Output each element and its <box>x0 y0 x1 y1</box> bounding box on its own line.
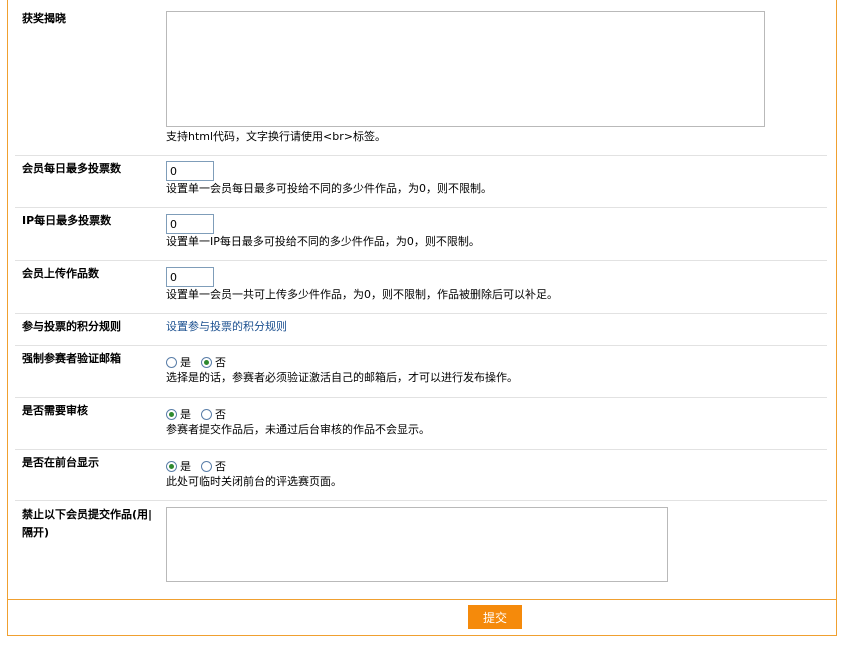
show-frontend-hint: 此处可临时关闭前台的评选赛页面。 <box>166 475 342 488</box>
show-frontend-yes-label: 是 <box>180 460 191 473</box>
need-review-yes-option[interactable]: 是 <box>166 406 191 422</box>
need-review-no-option[interactable]: 否 <box>201 406 226 422</box>
row-banned-members: 禁止以下会员提交作品(用|隔开) <box>15 501 827 599</box>
daily-votes-member-hint: 设置单一会员每日最多可投给不同的多少件作品，为0，则不限制。 <box>166 182 492 195</box>
row-force-email-verify: 强制参赛者验证邮箱 是 否 选择是的话，参赛者必须验证激活自己的邮箱后，才可以进… <box>15 346 827 398</box>
award-notice-hint: 支持html代码，文字换行请使用<br>标签。 <box>166 130 386 143</box>
settings-panel: 获奖揭晓 支持html代码，文字换行请使用<br>标签。 会员每日最多投票数 设… <box>7 0 837 636</box>
need-review-label: 是否需要审核 <box>22 404 88 417</box>
banned-members-label: 禁止以下会员提交作品(用|隔开) <box>22 508 153 539</box>
daily-votes-member-input[interactable] <box>166 161 214 181</box>
member-upload-count-label: 会员上传作品数 <box>22 267 99 280</box>
daily-votes-ip-input[interactable] <box>166 214 214 234</box>
show-frontend-yes-radio[interactable] <box>166 460 177 472</box>
force-email-verify-no-option[interactable]: 否 <box>201 354 226 370</box>
row-daily-votes-member: 会员每日最多投票数 设置单一会员每日最多可投给不同的多少件作品，为0，则不限制。 <box>15 156 827 208</box>
row-daily-votes-ip: IP每日最多投票数 设置单一IP每日最多可投给不同的多少件作品，为0，则不限制。 <box>15 208 827 261</box>
award-notice-textarea[interactable] <box>166 11 765 127</box>
row-show-frontend: 是否在前台显示 是 否 此处可临时关闭前台的评选赛页面。 <box>15 450 827 501</box>
force-email-verify-no-label: 否 <box>215 356 226 369</box>
row-need-review: 是否需要审核 是 否 参赛者提交作品后，未通过后台审核的作品不会显示。 <box>15 398 827 450</box>
row-member-upload-count: 会员上传作品数 设置单一会员一共可上传多少件作品，为0，则不限制，作品被删除后可… <box>15 261 827 314</box>
show-frontend-no-radio[interactable] <box>201 460 212 472</box>
show-frontend-yes-option[interactable]: 是 <box>166 458 191 474</box>
row-vote-points-rule: 参与投票的积分规则 设置参与投票的积分规则 <box>15 314 827 346</box>
banned-members-textarea[interactable] <box>166 507 668 582</box>
daily-votes-ip-label: IP每日最多投票数 <box>22 214 112 227</box>
member-upload-count-input[interactable] <box>166 267 214 287</box>
force-email-verify-yes-option[interactable]: 是 <box>166 354 191 370</box>
row-award-notice: 获奖揭晓 支持html代码，文字换行请使用<br>标签。 <box>15 5 827 156</box>
force-email-verify-hint: 选择是的话，参赛者必须验证激活自己的邮箱后，才可以进行发布操作。 <box>166 371 518 384</box>
vote-points-rule-label: 参与投票的积分规则 <box>22 320 121 333</box>
daily-votes-ip-hint: 设置单一IP每日最多可投给不同的多少件作品，为0，则不限制。 <box>166 235 480 248</box>
vote-points-rule-link[interactable]: 设置参与投票的积分规则 <box>166 320 287 333</box>
show-frontend-no-label: 否 <box>215 460 226 473</box>
force-email-verify-label: 强制参赛者验证邮箱 <box>22 352 121 365</box>
show-frontend-label: 是否在前台显示 <box>22 456 99 469</box>
force-email-verify-yes-label: 是 <box>180 356 191 369</box>
settings-form: 获奖揭晓 支持html代码，文字换行请使用<br>标签。 会员每日最多投票数 设… <box>9 0 835 599</box>
daily-votes-member-label: 会员每日最多投票数 <box>22 162 121 175</box>
need-review-yes-radio[interactable] <box>166 408 177 420</box>
submit-button[interactable]: 提交 <box>468 605 522 629</box>
need-review-hint: 参赛者提交作品后，未通过后台审核的作品不会显示。 <box>166 423 430 436</box>
show-frontend-no-option[interactable]: 否 <box>201 458 226 474</box>
need-review-no-radio[interactable] <box>201 408 212 420</box>
force-email-verify-yes-radio[interactable] <box>166 356 177 368</box>
member-upload-count-hint: 设置单一会员一共可上传多少件作品，为0，则不限制，作品被删除后可以补足。 <box>166 288 558 301</box>
form-footer-divider <box>8 599 836 600</box>
need-review-yes-label: 是 <box>180 408 191 421</box>
award-notice-label: 获奖揭晓 <box>22 12 66 25</box>
force-email-verify-no-radio[interactable] <box>201 356 212 368</box>
need-review-no-label: 否 <box>215 408 226 421</box>
